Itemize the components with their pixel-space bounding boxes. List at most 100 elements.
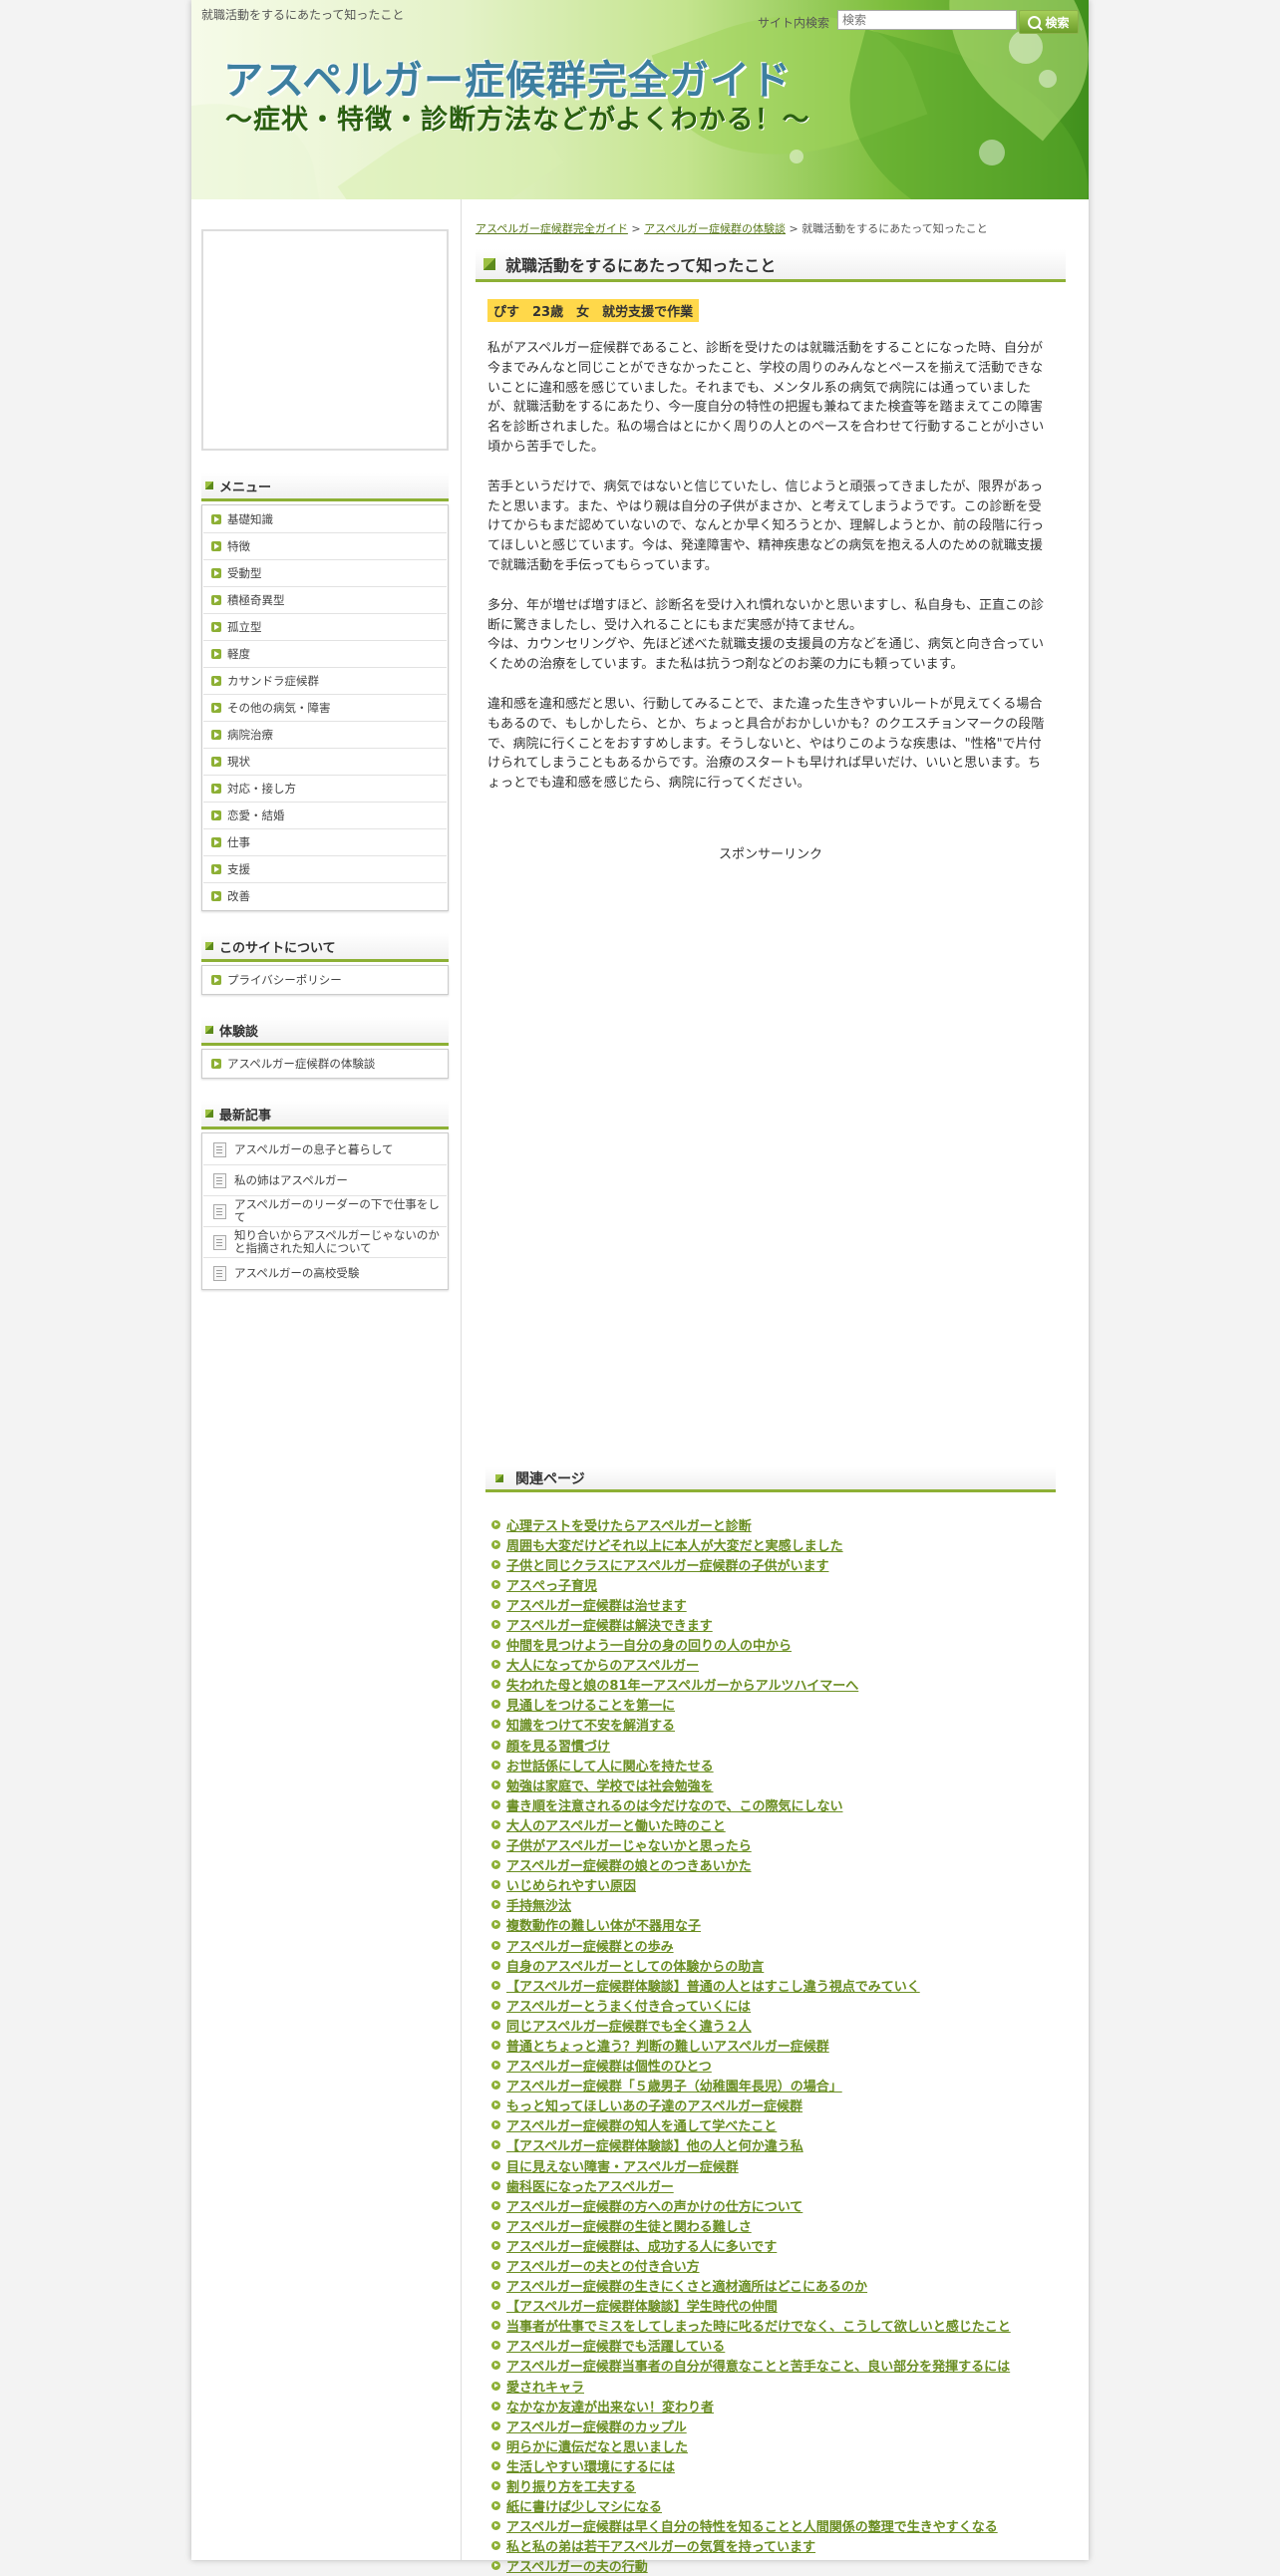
- arrow-bullet-icon: [211, 891, 221, 901]
- related-link[interactable]: 自身のアスペルガーとしての体験からの助言: [506, 1956, 764, 1975]
- arrow-bullet-icon: [491, 2281, 500, 2291]
- menu-item[interactable]: 改善: [203, 883, 447, 909]
- menu-item[interactable]: 特徴: [203, 533, 447, 560]
- menu-item[interactable]: 軽度: [203, 641, 447, 668]
- related-link-item: アスペルガー症候群は解決できます: [485, 1614, 1064, 1634]
- menu-item[interactable]: 受動型: [203, 560, 447, 587]
- menu-item[interactable]: 対応・接し方: [203, 776, 447, 803]
- arrow-bullet-icon: [491, 1960, 500, 1970]
- menu-item[interactable]: 積極奇異型: [203, 587, 447, 614]
- related-link[interactable]: アスぺっ子育児: [506, 1575, 597, 1594]
- document-icon: [213, 1265, 226, 1281]
- related-link[interactable]: 目に見えない障害・アスペルガー症候群: [506, 2156, 739, 2175]
- arrow-bullet-icon: [491, 2440, 500, 2450]
- related-link[interactable]: 普通とちょっと違う？判断の難しいアスペルガー症候群: [506, 2036, 829, 2055]
- related-link[interactable]: アスペルガー症候群の知人を通して学べたこと: [506, 2115, 777, 2134]
- related-link[interactable]: 割り振り方を工夫する: [506, 2476, 636, 2495]
- main-content: アスペルガー症候群完全ガイド > アスペルガー症候群の体験談 > 就職活動をする…: [461, 199, 1082, 2575]
- menu-item[interactable]: 基礎知識: [203, 506, 447, 533]
- menu-item[interactable]: その他の病気・障害: [203, 695, 447, 722]
- related-link[interactable]: アスペルガーの夫との付き合い方: [506, 2256, 700, 2275]
- heading-marker-icon: [205, 1110, 213, 1118]
- related-link-item: 大人になってからのアスペルガー: [485, 1655, 1064, 1675]
- related-link[interactable]: アスペルガー症候群のカップル: [506, 2416, 687, 2435]
- about-item[interactable]: プライバシーポリシー: [203, 967, 447, 993]
- experience-item[interactable]: アスペルガー症候群の体験談: [203, 1051, 447, 1077]
- related-link[interactable]: 複数動作の難しい体が不器用な子: [506, 1915, 701, 1934]
- experience-heading-label: 体験談: [219, 1024, 259, 1040]
- menu-item[interactable]: 現状: [203, 749, 447, 776]
- related-link[interactable]: 手持無沙汰: [506, 1895, 571, 1914]
- related-link[interactable]: 大人のアスペルガーと働いた時のこと: [506, 1815, 726, 1834]
- menu-item-label: カサンドラ症候群: [227, 674, 319, 688]
- related-link[interactable]: 周囲も大変だけどそれ以上に本人が大変だと実感しました: [506, 1535, 843, 1554]
- related-link[interactable]: 書き順を注意されるのは今だけなので、この際気にしない: [506, 1795, 842, 1814]
- related-link[interactable]: 子供がアスペルガーじゃないかと思ったら: [506, 1835, 752, 1854]
- related-link[interactable]: 同じアスペルガー症候群でも全く違う２人: [506, 2016, 752, 2035]
- related-link[interactable]: 【アスペルガー症候群体験談】学生時代の仲間: [506, 2296, 778, 2315]
- recent-post-item[interactable]: 私の姉はアスペルガー: [203, 1165, 447, 1196]
- related-link[interactable]: 仲間を見つけよう一自分の身の回りの人の中から: [506, 1635, 792, 1654]
- related-link[interactable]: 紙に書けば少しマシになる: [506, 2496, 662, 2515]
- menu-item[interactable]: カサンドラ症候群: [203, 668, 447, 695]
- arrow-bullet-icon: [491, 2361, 500, 2371]
- related-link[interactable]: 顔を見る習慣づけ: [506, 1736, 610, 1755]
- menu-item[interactable]: 病院治療: [203, 722, 447, 749]
- related-link[interactable]: アスペルガー症候群の娘とのつきあいかた: [506, 1855, 752, 1874]
- related-link[interactable]: 明らかに遺伝だなと思いました: [506, 2436, 688, 2455]
- related-link[interactable]: 失われた母と娘の81年ーアスペルガーからアルツハイマーへ: [506, 1675, 858, 1694]
- related-link[interactable]: 私と私の弟は若干アスペルガーの気質を持っています: [506, 2536, 815, 2555]
- related-link[interactable]: アスペルガー症候群当事者の自分が得意なことと苦手なこと、良い部分を発揮するには: [506, 2356, 1010, 2375]
- related-link[interactable]: アスペルガー症候群は治せます: [506, 1595, 687, 1614]
- related-link[interactable]: 大人になってからのアスペルガー: [506, 1655, 699, 1674]
- related-link[interactable]: 知識をつけて不安を解消する: [506, 1715, 675, 1734]
- related-link[interactable]: アスペルガーの夫の行動: [506, 2556, 648, 2575]
- menu-item[interactable]: 仕事: [203, 829, 447, 856]
- related-link[interactable]: アスペルガー症候群の生徒と関わる難しさ: [506, 2216, 752, 2235]
- recent-post-item[interactable]: 知り合いからアスペルガーじゃないのかと指摘された知人について: [203, 1227, 447, 1258]
- related-link[interactable]: アスペルガー症候群の方への声かけの仕方について: [506, 2196, 802, 2215]
- related-link[interactable]: アスペルガー症候群でも活躍している: [506, 2336, 725, 2355]
- menu-item[interactable]: 支援: [203, 856, 447, 883]
- related-link[interactable]: アスペルガーとうまく付き合っていくには: [506, 1996, 751, 2015]
- related-link[interactable]: いじめられやすい原因: [506, 1875, 636, 1894]
- related-link[interactable]: 当事者が仕事でミスをしてしまった時に叱るだけでなく、こうして欲しいと感じたこと: [506, 2316, 1011, 2335]
- search-input[interactable]: [837, 10, 1017, 30]
- breadcrumb-category-link[interactable]: アスペルガー症候群の体験談: [644, 222, 786, 235]
- related-link[interactable]: 歯科医になったアスペルガー: [506, 2176, 674, 2195]
- related-link[interactable]: 心理テストを受けたらアスペルガーと診断: [506, 1515, 752, 1534]
- related-link[interactable]: アスペルガー症候群は個性のひとつ: [506, 2056, 712, 2075]
- related-link[interactable]: 子供と同じクラスにアスペルガー症候群の子供がいます: [506, 1555, 828, 1574]
- menu-item[interactable]: 孤立型: [203, 614, 447, 641]
- related-link[interactable]: 【アスペルガー症候群体験談】他の人と何か違う私: [506, 2135, 803, 2154]
- related-link[interactable]: アスペルガー症候群との歩み: [506, 1936, 674, 1955]
- arrow-bullet-icon: [491, 1620, 500, 1630]
- recent-post-item[interactable]: アスペルガーのリーダーの下で仕事をして: [203, 1196, 447, 1227]
- related-link[interactable]: アスペルガー症候群「５歳男子（幼稚園年長児）の場合」: [506, 2076, 842, 2094]
- related-link[interactable]: お世話係にして人に関心を持たせる: [506, 1756, 714, 1774]
- related-link[interactable]: もっと知ってほしいあの子達のアスペルガー症候群: [506, 2095, 802, 2114]
- article-paragraph: 苦手というだけで、病気ではないと信じていたし、信じようと頑張ってきましたが、限界…: [487, 479, 1044, 573]
- recent-post-item[interactable]: アスペルガーの高校受験: [203, 1258, 447, 1288]
- related-link[interactable]: 見通しをつけることを第一に: [506, 1695, 675, 1714]
- recent-posts-list: アスペルガーの息子と暮らして 私の姉はアスペルガー アスペルガーのリーダーの下で仕事…: [201, 1132, 449, 1290]
- menu-item[interactable]: 恋愛・結婚: [203, 803, 447, 829]
- related-link[interactable]: アスペルガー症候群の生きにくさと適材適所はどこにあるのか: [506, 2276, 867, 2295]
- related-link[interactable]: 生活しやすい環境にするには: [506, 2456, 675, 2475]
- breadcrumb-home-link[interactable]: アスペルガー症候群完全ガイド: [476, 222, 628, 235]
- arrow-bullet-icon: [491, 2261, 500, 2271]
- related-link[interactable]: 【アスペルガー症候群体験談】普通の人とはすこし違う視点でみていく: [506, 1976, 920, 1995]
- related-link-item: 大人のアスペルガーと働いた時のこと: [485, 1814, 1064, 1834]
- related-link[interactable]: 愛されキャラ: [506, 2377, 584, 2396]
- related-link[interactable]: アスペルガー症候群は早く自分の特性を知ることと人間関係の整理で生きやすくなる: [506, 2516, 998, 2535]
- related-link[interactable]: 勉強は家庭で、学校では社会勉強を: [506, 1775, 713, 1794]
- arrow-bullet-icon: [491, 1860, 500, 1870]
- menu-heading-label: メニュー: [219, 480, 272, 495]
- recent-post-item[interactable]: アスペルガーの息子と暮らして: [203, 1134, 447, 1165]
- search-button[interactable]: 検索: [1019, 10, 1079, 34]
- article-paragraph: 違和感を違和感だと思い、行動してみることで、また違った生きやすいルートが見えてく…: [487, 696, 1045, 792]
- related-link[interactable]: アスペルガー症候群は、成功する人に多いです: [506, 2236, 777, 2255]
- related-link[interactable]: なかなか友達が出来ない！変わり者: [506, 2397, 714, 2415]
- recent-heading: 最新記事: [201, 1101, 449, 1129]
- related-link[interactable]: アスペルガー症候群は解決できます: [506, 1615, 713, 1634]
